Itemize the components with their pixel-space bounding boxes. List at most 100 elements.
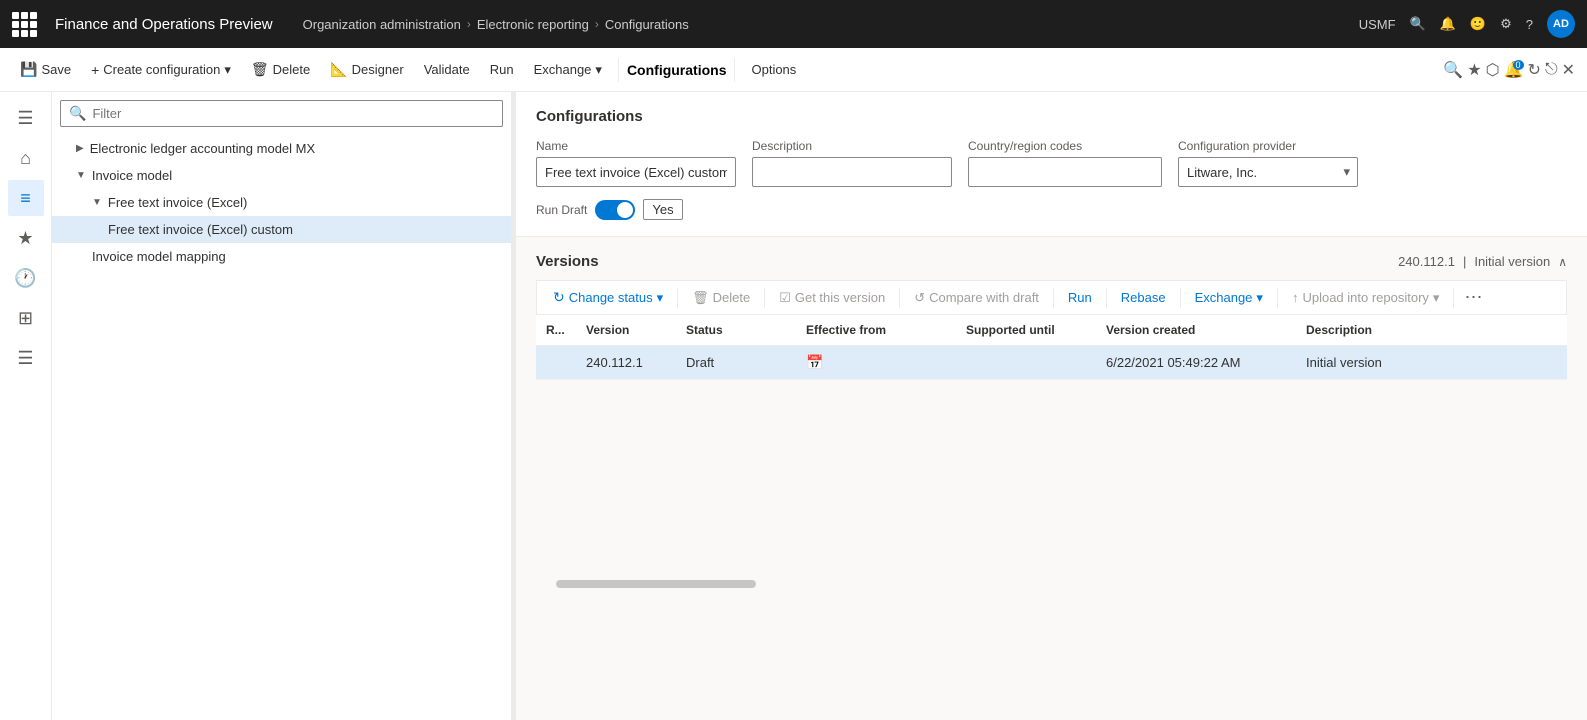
calendar-icon[interactable]: 📅	[806, 354, 823, 370]
delete-button[interactable]: 🗑 Delete	[243, 57, 318, 82]
upload-icon: ↑	[1292, 290, 1299, 305]
emoji-icon[interactable]: 🙂	[1470, 16, 1486, 32]
tree-item-invoice-model-mapping[interactable]: Invoice model mapping	[52, 243, 511, 270]
v-exchange-dropdown-icon[interactable]: ▾	[1256, 290, 1263, 306]
rebase-button[interactable]: Rebase	[1113, 286, 1174, 309]
save-icon: 💾	[20, 61, 37, 78]
nav-star[interactable]: ★	[8, 220, 44, 256]
app-grid-button[interactable]	[12, 12, 37, 37]
table-header-row: R... Version Status Effective from Suppo…	[536, 315, 1567, 346]
provider-select-wrap: Litware, Inc. ▾	[1178, 157, 1358, 187]
v-exchange-button[interactable]: Exchange ▾	[1187, 286, 1271, 310]
exchange-dropdown-icon[interactable]: ▾	[595, 62, 602, 78]
cmd-separator-1	[618, 58, 619, 82]
tree-item-free-text-excel[interactable]: ▼ Free text invoice (Excel)	[52, 189, 511, 216]
refresh-icon[interactable]: ↻	[1528, 60, 1541, 80]
create-configuration-dropdown-icon[interactable]: ▾	[224, 62, 231, 78]
cell-desc: Initial version	[1296, 346, 1567, 380]
run-draft-row: Run Draft Yes	[536, 199, 1567, 220]
upload-dropdown-icon[interactable]: ▾	[1433, 290, 1440, 306]
favorites-icon[interactable]: ★	[1467, 60, 1481, 80]
cmd-search-icon[interactable]: 🔍	[1443, 60, 1463, 80]
cell-effective: 📅	[796, 346, 956, 380]
col-header-created: Version created	[1096, 315, 1296, 346]
config-header: Configurations Name Description Country/…	[516, 92, 1587, 237]
nav-list[interactable]: ≡	[8, 180, 44, 216]
version-number: 240.112.1	[1398, 254, 1455, 269]
v-sep-1	[677, 288, 678, 308]
versions-table: R... Version Status Effective from Suppo…	[536, 315, 1567, 380]
tree-item-label-free-text-custom: Free text invoice (Excel) custom	[108, 222, 293, 237]
tree-item-elec-ledger[interactable]: ▶ Electronic ledger accounting model MX	[52, 135, 511, 162]
side-nav: ☰ ⌂ ≡ ★ 🕐 ⊞ ☰	[0, 92, 52, 720]
open-in-new-icon[interactable]: ⎋	[1545, 61, 1558, 79]
help-icon[interactable]: ?	[1526, 17, 1533, 32]
notification-icon[interactable]: 🔔	[1440, 16, 1456, 32]
designer-button[interactable]: 📐 Designer	[322, 57, 411, 82]
get-version-icon: ☑	[779, 290, 791, 306]
change-status-icon: ↻	[553, 289, 565, 306]
name-input[interactable]	[536, 157, 736, 187]
run-draft-value: Yes	[643, 199, 682, 220]
tree-item-invoice-model[interactable]: ▼ Invoice model	[52, 162, 511, 189]
main-layout: ☰ ⌂ ≡ ★ 🕐 ⊞ ☰ 🔍 ▶ Electronic ledger acco…	[0, 92, 1587, 720]
nav-icon[interactable]: ⬡	[1486, 60, 1500, 80]
breadcrumb-config[interactable]: Configurations	[605, 17, 689, 32]
nav-clock[interactable]: 🕐	[8, 260, 44, 296]
versions-section: Versions 240.112.1 | Initial version ∧ ↻…	[516, 237, 1587, 720]
expand-arrow-elec[interactable]: ▶	[76, 143, 84, 154]
h-scrollbar[interactable]	[556, 580, 756, 588]
tree-items: ▶ Electronic ledger accounting model MX …	[52, 135, 511, 720]
save-button[interactable]: 💾 Save	[12, 57, 79, 82]
description-input[interactable]	[752, 157, 952, 187]
tree-item-label-invoice-model: Invoice model	[92, 168, 172, 183]
nav-home[interactable]: ⌂	[8, 140, 44, 176]
change-status-dropdown-icon[interactable]: ▾	[657, 290, 664, 306]
options-button[interactable]: Options	[743, 58, 804, 81]
tree-item-label-elec-ledger: Electronic ledger accounting model MX	[90, 141, 315, 156]
validate-button[interactable]: Validate	[416, 58, 478, 81]
breadcrumb-er[interactable]: Electronic reporting	[477, 17, 589, 32]
v-delete-button[interactable]: 🗑 Delete	[684, 286, 758, 310]
create-configuration-button[interactable]: + Create configuration ▾	[83, 58, 239, 82]
compare-with-draft-button[interactable]: ↺ Compare with draft	[906, 286, 1047, 310]
change-status-button[interactable]: ↻ Change status ▾	[545, 285, 671, 310]
v-run-button[interactable]: Run	[1060, 286, 1100, 309]
v-delete-icon: 🗑	[692, 290, 709, 306]
run-draft-toggle[interactable]	[595, 200, 635, 220]
cell-r	[536, 346, 576, 380]
breadcrumb-org[interactable]: Organization administration	[303, 17, 461, 32]
run-button[interactable]: Run	[482, 58, 522, 81]
avatar[interactable]: AD	[1547, 10, 1575, 38]
more-options-button[interactable]: ⋯	[1460, 287, 1486, 308]
filter-input[interactable]	[92, 106, 494, 121]
get-this-version-button[interactable]: ☑ Get this version	[771, 286, 893, 310]
provider-select[interactable]: Litware, Inc.	[1178, 157, 1358, 187]
col-header-effective: Effective from	[796, 315, 956, 346]
toggle-thumb	[617, 202, 633, 218]
org-label: USMF	[1359, 17, 1396, 32]
nav-hamburger[interactable]: ☰	[8, 100, 44, 136]
desc-label: Description	[752, 139, 952, 153]
nav-grid[interactable]: ⊞	[8, 300, 44, 336]
provider-label: Configuration provider	[1178, 139, 1358, 153]
close-icon[interactable]: ✕	[1562, 60, 1575, 80]
breadcrumb-sep-1: ›	[467, 17, 471, 31]
expand-arrow-invoice[interactable]: ▼	[76, 170, 86, 181]
settings-icon[interactable]: ⚙	[1500, 16, 1512, 32]
country-input[interactable]	[968, 157, 1162, 187]
upload-repository-button[interactable]: ↑ Upload into repository ▾	[1284, 286, 1448, 310]
tree-item-label-free-text: Free text invoice (Excel)	[108, 195, 247, 210]
table-row[interactable]: 240.112.1 Draft 📅 6/22/2021 05:49:22 AM …	[536, 346, 1567, 380]
expand-arrow-free-text[interactable]: ▼	[92, 197, 102, 208]
nav-items[interactable]: ☰	[8, 340, 44, 376]
versions-header: Versions 240.112.1 | Initial version ∧	[536, 253, 1567, 270]
top-bar: Finance and Operations Preview Organizat…	[0, 0, 1587, 48]
breadcrumb: Organization administration › Electronic…	[303, 17, 1349, 32]
badge-icon[interactable]: 🔔0	[1504, 60, 1524, 80]
tree-item-free-text-custom[interactable]: Free text invoice (Excel) custom	[52, 216, 511, 243]
versions-collapse-button[interactable]: ∧	[1558, 255, 1567, 269]
search-icon[interactable]: 🔍	[1410, 16, 1426, 32]
exchange-button[interactable]: Exchange ▾	[526, 58, 610, 82]
filter-icon: 🔍	[69, 105, 86, 122]
